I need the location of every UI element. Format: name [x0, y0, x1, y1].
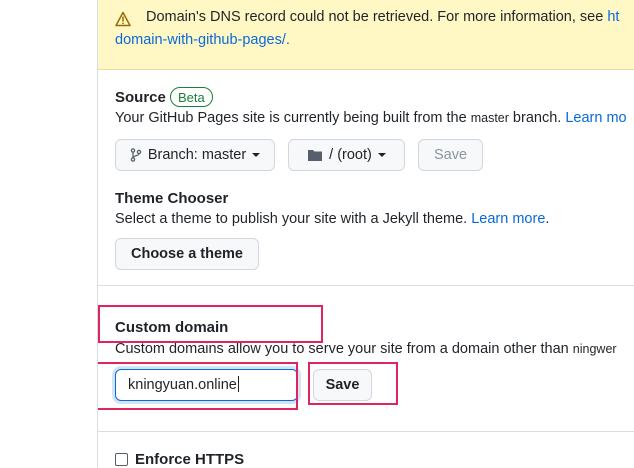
custom-domain-repo-name: ningwer [572, 342, 617, 356]
theme-description: Select a theme to publish your site with… [115, 211, 549, 227]
theme-desc-text: Select a theme to publish your site with… [115, 211, 472, 227]
theme-learn-more-link[interactable]: Learn more [471, 211, 545, 227]
folder-select-button[interactable]: / (root) [288, 139, 405, 171]
choose-theme-button[interactable]: Choose a theme [115, 238, 259, 270]
warning-message-text: Domain's DNS record could not be retriev… [146, 9, 608, 25]
source-learn-more-link[interactable]: Learn mo [565, 110, 626, 126]
folder-icon [308, 150, 323, 161]
git-branch-icon [130, 148, 142, 162]
source-save-button[interactable]: Save [418, 139, 483, 171]
branch-select-button[interactable]: Branch: master [115, 139, 275, 171]
custom-domain-description: Custom domains allow you to serve your s… [115, 341, 617, 357]
dns-warning-flash: Domain's DNS record could not be retriev… [98, 0, 634, 70]
warning-message: Domain's DNS record could not be retriev… [146, 9, 619, 25]
custom-domain-title: Custom domain [115, 319, 229, 336]
theme-desc-suffix: . [545, 211, 550, 227]
pages-settings-content: Domain's DNS record could not be retriev… [98, 0, 634, 468]
warning-message-line2: domain-with-github-pages/. [115, 32, 290, 48]
chevron-down-icon [252, 153, 261, 157]
custom-domain-input[interactable]: kningyuan.online [115, 369, 298, 401]
enforce-https-checkbox[interactable] [115, 453, 128, 466]
custom-domain-save-button[interactable]: Save [313, 369, 372, 401]
beta-badge: Beta [170, 87, 213, 107]
theme-chooser-title: Theme Chooser [115, 190, 229, 207]
enforce-https-label: Enforce HTTPS [135, 451, 245, 468]
section-divider [98, 431, 634, 432]
source-description: Your GitHub Pages site is currently bein… [115, 110, 627, 126]
source-title: Source [115, 89, 166, 106]
folder-select-label: / (root) [329, 147, 372, 163]
custom-domain-desc-text: Custom domains allow you to serve your s… [115, 341, 573, 357]
left-sidebar-gutter [0, 0, 98, 468]
section-divider [98, 285, 634, 286]
text-cursor [237, 376, 239, 392]
custom-domain-input-value: kningyuan.online [128, 377, 237, 393]
branch-select-label: Branch: master [147, 147, 247, 163]
source-desc-text: Your GitHub Pages site is currently bein… [115, 110, 471, 126]
source-branch-name: master [470, 111, 509, 125]
warning-help-link-continued[interactable]: domain-with-github-pages/. [115, 32, 290, 48]
source-desc-suffix: branch. [508, 110, 566, 126]
chevron-down-icon [377, 153, 386, 157]
alert-icon [115, 11, 131, 27]
warning-help-link[interactable]: ht [607, 9, 619, 25]
